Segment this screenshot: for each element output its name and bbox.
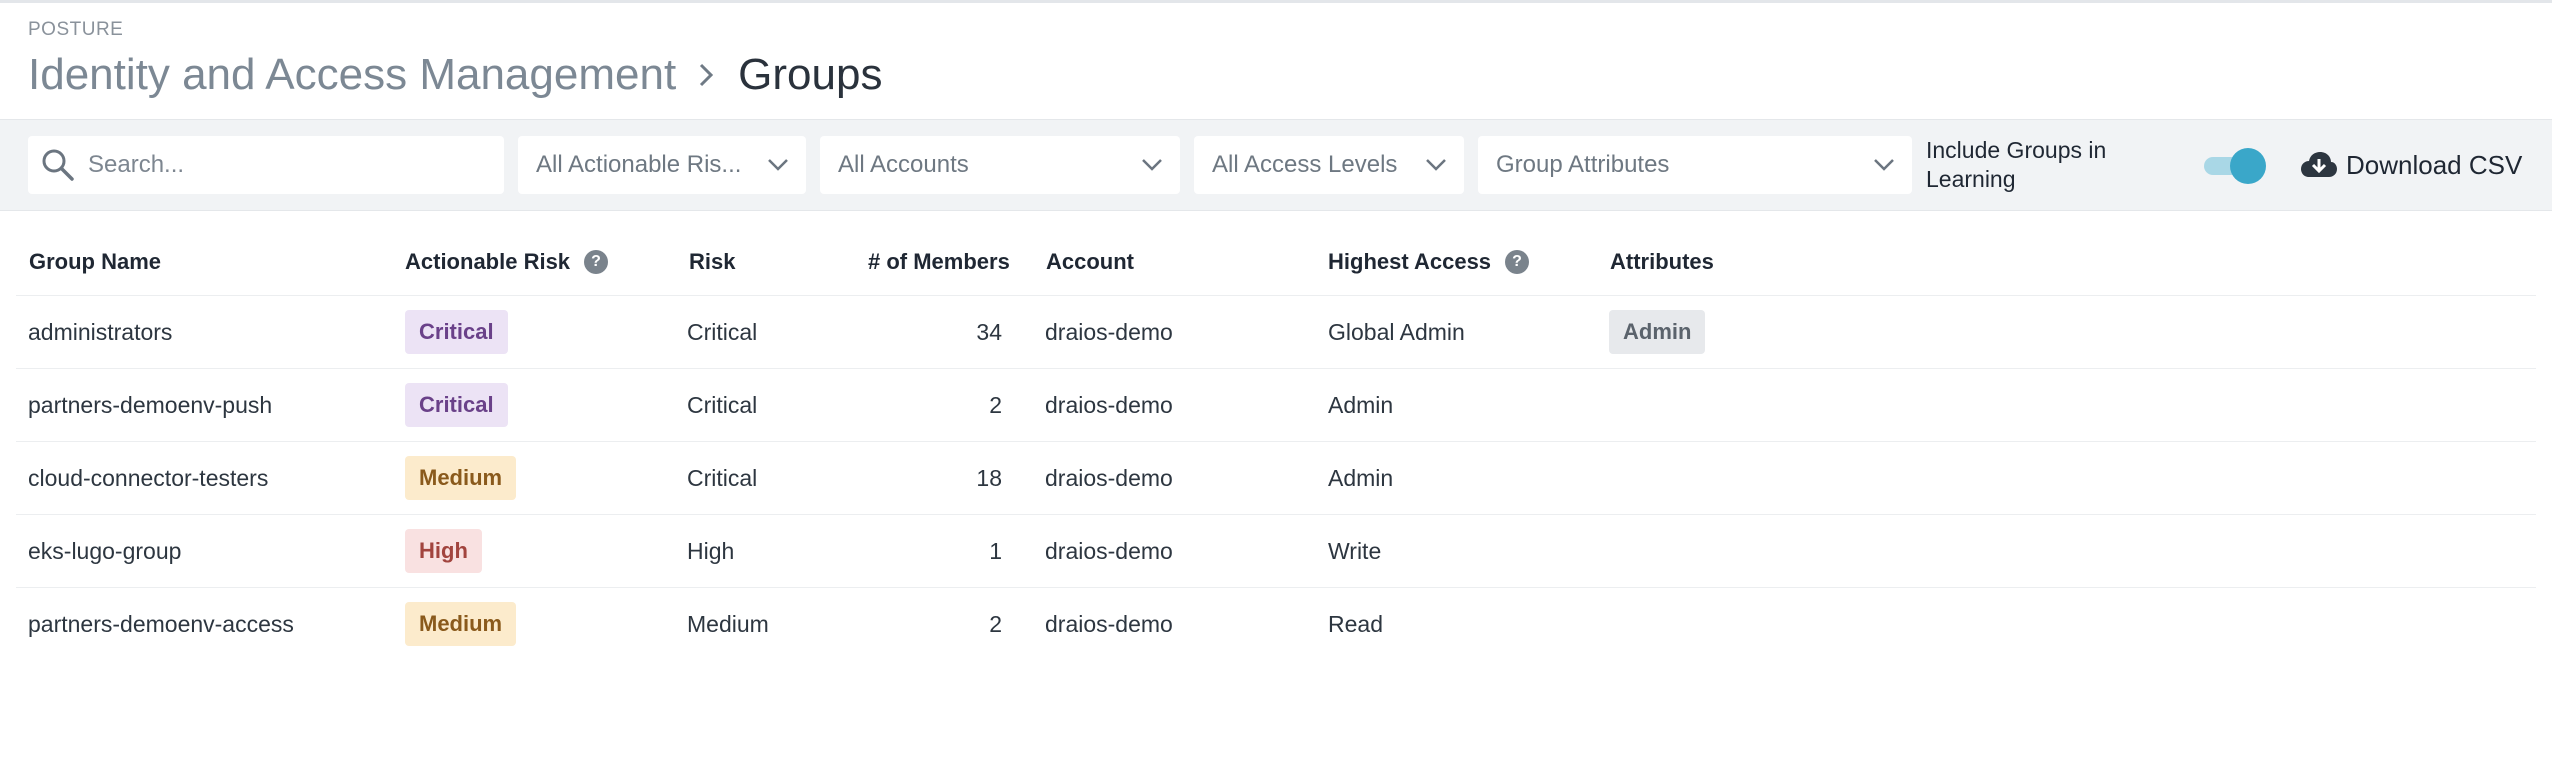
attributes-cell: Admin: [1609, 296, 1706, 368]
table-row[interactable]: cloud-connector-testers Medium Critical …: [16, 442, 2536, 515]
accounts-filter[interactable]: All Accounts: [820, 136, 1180, 194]
risk-badge: Critical: [405, 310, 508, 354]
members-cell: 1: [989, 537, 1002, 564]
page-header: POSTURE Identity and Access Management G…: [28, 19, 2524, 103]
download-csv-label: Download CSV: [2346, 149, 2523, 180]
column-header-actionable-risk[interactable]: Actionable Risk ?: [405, 249, 609, 275]
group-attributes-filter-label: Group Attributes: [1496, 151, 1670, 178]
highest-access-cell: Admin: [1328, 464, 1394, 491]
groups-table: Group Name Actionable Risk ? Risk # of M…: [0, 229, 2552, 660]
section-eyebrow: POSTURE: [28, 19, 124, 40]
chevron-down-icon: [764, 151, 792, 179]
group-name-cell: cloud-connector-testers: [28, 464, 269, 491]
actionable-risk-cell: Critical: [405, 369, 508, 441]
chevron-down-icon: [1870, 151, 1898, 179]
members-cell: 2: [989, 391, 1002, 418]
members-cell: 34: [976, 318, 1002, 345]
highest-access-cell: Read: [1328, 610, 1383, 637]
table-row[interactable]: partners-demoenv-push Critical Critical …: [16, 369, 2536, 442]
column-header-risk[interactable]: Risk: [689, 249, 735, 275]
groups-page: POSTURE Identity and Access Management G…: [0, 0, 2552, 758]
risk-cell: Critical: [687, 391, 758, 418]
column-header-highest-access-label: Highest Access: [1328, 249, 1492, 274]
account-cell: draios-demo: [1045, 391, 1173, 418]
risk-badge: Medium: [405, 456, 517, 500]
actionable-risk-cell: Critical: [405, 296, 508, 368]
highest-access-cell: Global Admin: [1328, 318, 1465, 345]
column-header-highest-access[interactable]: Highest Access ?: [1328, 249, 1530, 275]
download-csv-button[interactable]: Download CSV: [2300, 136, 2522, 194]
column-header-members[interactable]: # of Members: [868, 249, 1010, 275]
column-header-attributes[interactable]: Attributes: [1610, 249, 1714, 275]
attribute-badge: Admin: [1609, 310, 1706, 354]
chevron-down-icon: [1138, 151, 1166, 179]
account-cell: draios-demo: [1045, 537, 1173, 564]
group-name-cell: partners-demoenv-push: [28, 391, 273, 418]
risk-badge: High: [405, 529, 482, 573]
column-header-account[interactable]: Account: [1046, 249, 1134, 275]
actionable-risk-cell: Medium: [405, 442, 517, 514]
include-learning-label: Include Groups in Learning: [1926, 137, 2107, 192]
column-header-actionable-risk-label: Actionable Risk: [405, 249, 571, 274]
toggle-knob: [2230, 148, 2266, 184]
actionable-risk-cell: High: [405, 515, 482, 587]
risk-cell: Medium: [687, 610, 769, 637]
members-cell: 2: [989, 610, 1002, 637]
group-attributes-filter[interactable]: Group Attributes: [1478, 136, 1912, 194]
column-header-group-name[interactable]: Group Name: [29, 249, 161, 275]
group-name-cell: eks-lugo-group: [28, 537, 182, 564]
chevron-right-icon: [688, 47, 724, 103]
chevron-down-icon: [1422, 151, 1450, 179]
account-cell: draios-demo: [1045, 610, 1173, 637]
table-row[interactable]: administrators Critical Critical 34 drai…: [16, 296, 2536, 369]
breadcrumb: Identity and Access Management Groups: [28, 47, 2524, 103]
group-name-cell: partners-demoenv-access: [28, 610, 294, 637]
accounts-filter-label: All Accounts: [838, 151, 969, 178]
highest-access-cell: Admin: [1328, 391, 1394, 418]
table-header: Group Name Actionable Risk ? Risk # of M…: [16, 229, 2536, 296]
members-cell: 18: [976, 464, 1002, 491]
include-learning-toggle[interactable]: [2204, 148, 2266, 184]
search-box[interactable]: [28, 136, 504, 194]
help-icon[interactable]: ?: [584, 250, 609, 274]
access-levels-filter-label: All Access Levels: [1212, 151, 1398, 178]
filter-bar: All Actionable Ris... All Accounts All A…: [0, 119, 2552, 211]
actionable-risk-cell: Medium: [405, 588, 517, 660]
search-input[interactable]: [86, 150, 490, 180]
cloud-download-icon: [2300, 146, 2338, 184]
highest-access-cell: Write: [1328, 537, 1382, 564]
risk-badge: Medium: [405, 602, 517, 646]
search-icon: [40, 147, 76, 183]
risk-cell: Critical: [687, 318, 758, 345]
table-row[interactable]: eks-lugo-group High High 1 draios-demo W…: [16, 515, 2536, 588]
table-row[interactable]: partners-demoenv-access Medium Medium 2 …: [16, 588, 2536, 660]
actionable-risk-filter[interactable]: All Actionable Ris...: [518, 136, 806, 194]
risk-badge: Critical: [405, 383, 508, 427]
access-levels-filter[interactable]: All Access Levels: [1194, 136, 1464, 194]
account-cell: draios-demo: [1045, 318, 1173, 345]
help-icon[interactable]: ?: [1505, 250, 1530, 274]
page-title: Groups: [738, 50, 883, 99]
breadcrumb-parent-link[interactable]: Identity and Access Management: [28, 47, 676, 103]
risk-cell: Critical: [687, 464, 758, 491]
risk-cell: High: [687, 537, 735, 564]
account-cell: draios-demo: [1045, 464, 1173, 491]
group-name-cell: administrators: [28, 318, 173, 345]
actionable-risk-filter-label: All Actionable Ris...: [536, 151, 742, 178]
